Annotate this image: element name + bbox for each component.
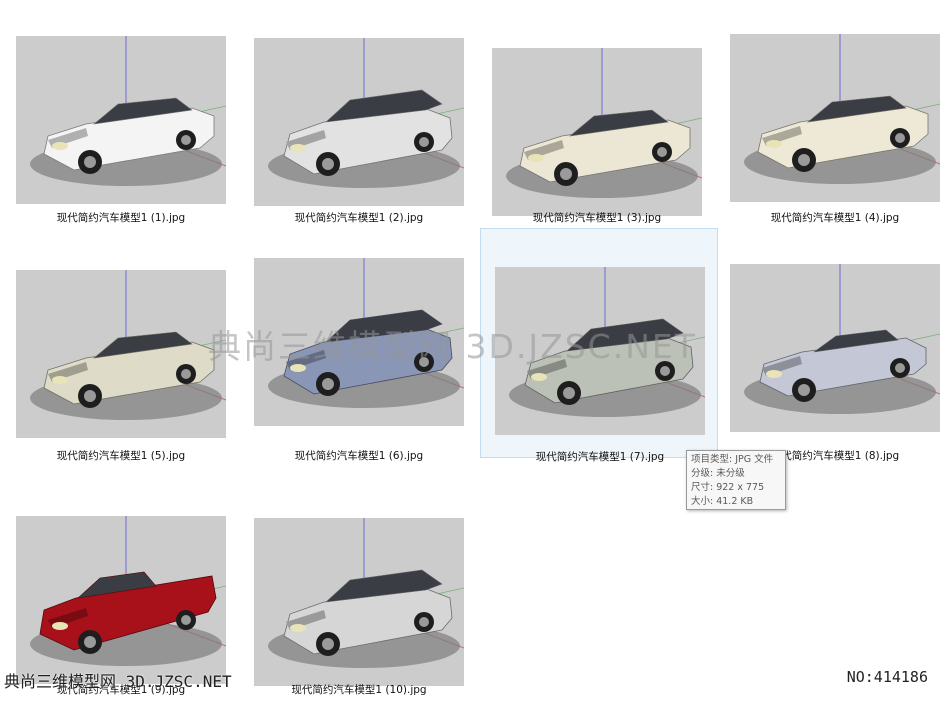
thumbnail-item[interactable]: 现代简约汽车模型1 (5).jpg bbox=[2, 228, 240, 462]
file-name-label: 现代简约汽车模型1 (7).jpg bbox=[535, 451, 665, 463]
thumbnail-item[interactable]: 现代简约汽车模型1 (10).jpg bbox=[240, 476, 478, 706]
thumbnail-image[interactable] bbox=[254, 518, 464, 686]
thumbnail-image[interactable] bbox=[16, 36, 226, 204]
thumbnail-image[interactable] bbox=[492, 48, 702, 216]
thumbnail-item[interactable]: 现代简约汽车模型1 (3).jpg bbox=[478, 0, 716, 230]
file-name-label: 现代简约汽车模型1 (1).jpg bbox=[56, 212, 186, 224]
thumbnail-image[interactable] bbox=[16, 270, 226, 438]
thumbnail-item[interactable]: 现代简约汽车模型1 (4).jpg bbox=[716, 0, 950, 230]
watermark-bottom-left: 典尚三维模型网 3D.JZSC.NET bbox=[4, 672, 232, 691]
tooltip-type: 项目类型: JPG 文件 bbox=[691, 454, 774, 465]
thumbnail-image[interactable] bbox=[16, 516, 226, 684]
file-name-label: 现代简约汽车模型1 (3).jpg bbox=[532, 212, 662, 224]
file-name-label: 现代简约汽车模型1 (6).jpg bbox=[294, 450, 424, 462]
thumbnail-image[interactable] bbox=[254, 38, 464, 206]
file-name-label: 现代简约汽车模型1 (5).jpg bbox=[56, 450, 186, 462]
watermark-center: 典尚三维模型网 3D.JZSC.NET bbox=[208, 327, 697, 366]
thumbnail-image[interactable] bbox=[730, 34, 940, 202]
watermark-id: NO:414186 bbox=[846, 668, 928, 686]
thumbnail-item[interactable]: 现代简约汽车模型1 (1).jpg bbox=[2, 0, 240, 230]
tooltip-rating: 分级: 未分级 bbox=[691, 468, 745, 479]
tooltip-size: 大小: 41.2 KB bbox=[691, 496, 754, 507]
file-name-label: 现代简约汽车模型1 (4).jpg bbox=[770, 212, 900, 224]
tooltip-dimensions: 尺寸: 922 x 775 bbox=[691, 482, 765, 493]
file-name-label: 现代简约汽车模型1 (10).jpg bbox=[291, 684, 427, 696]
thumbnail-item[interactable]: 现代简约汽车模型1 (2).jpg bbox=[240, 0, 478, 230]
thumbnail-item[interactable]: 现代简约汽车模型1 (8).jpg bbox=[716, 228, 950, 462]
thumbnail-image[interactable] bbox=[730, 264, 940, 432]
file-info-tooltip: 项目类型: JPG 文件 分级: 未分级 尺寸: 922 x 775 大小: 4… bbox=[686, 450, 786, 510]
file-name-label: 现代简约汽车模型1 (2).jpg bbox=[294, 212, 424, 224]
